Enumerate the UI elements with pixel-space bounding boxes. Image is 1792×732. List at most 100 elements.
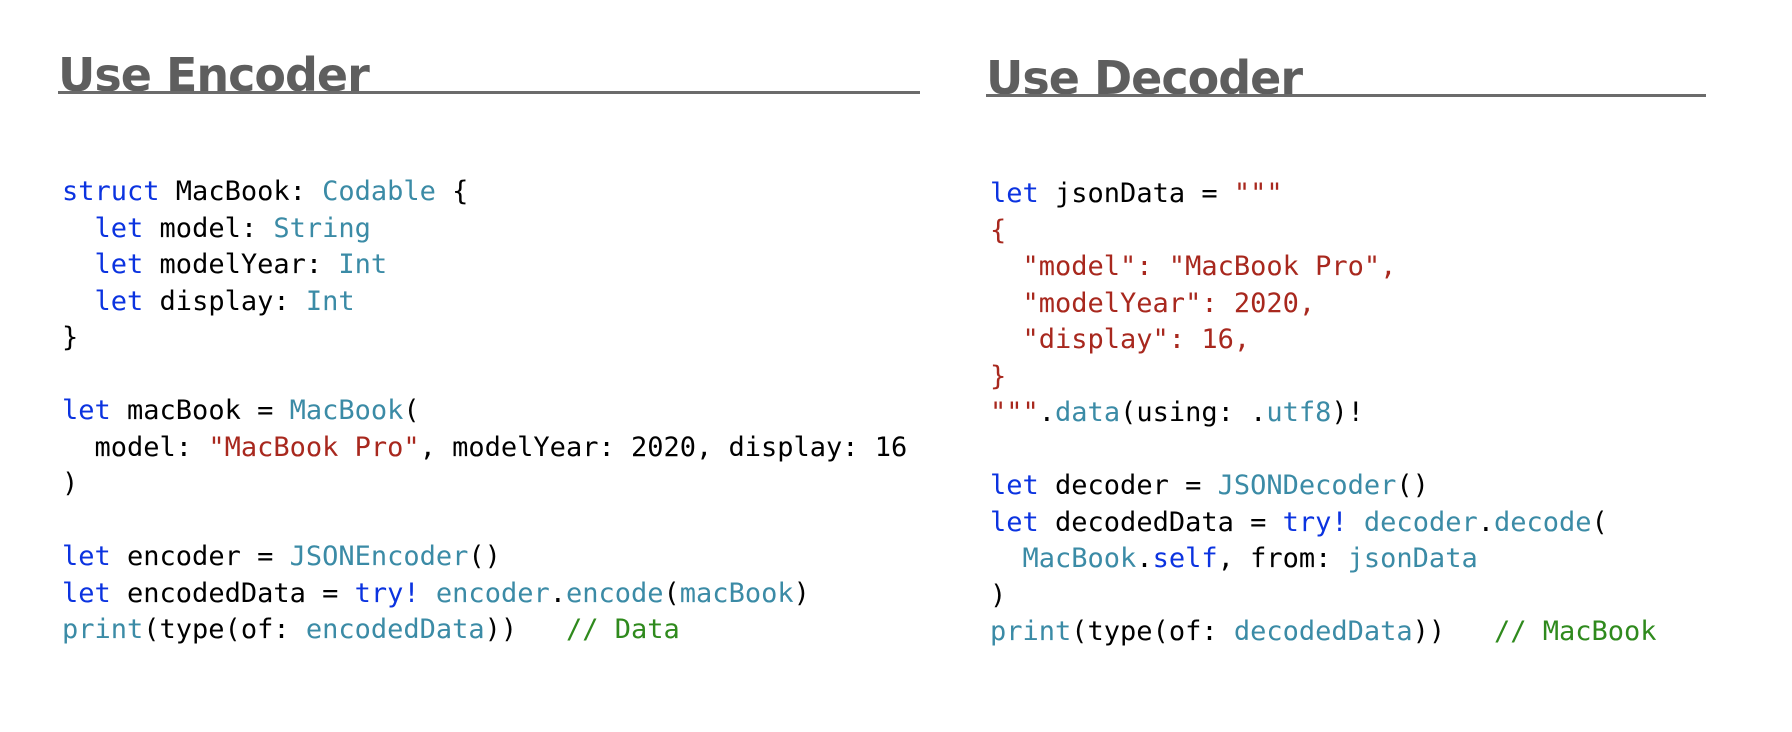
encoder-panel: Use Encoder struct MacBook: Codable { le… (58, 0, 920, 732)
code-token-plain: . (1477, 506, 1494, 538)
code-token-str: "model": "MacBook Pro", (990, 251, 1397, 282)
code-token-plain: } (62, 322, 79, 353)
code-token-type: JSONDecoder (1217, 470, 1397, 501)
code-token-plain: )) (484, 614, 566, 645)
code-token-type: encodedData (305, 614, 485, 645)
code-token-kw: let (62, 577, 111, 609)
code-line: ) (62, 466, 907, 503)
code-token-type: decodedData (1233, 616, 1413, 647)
code-token-cmt: // Data (565, 614, 680, 645)
code-token-plain: () (468, 541, 501, 572)
code-line: let encoder = JSONEncoder() (62, 539, 907, 576)
code-token-type: String (273, 212, 371, 244)
code-line: MacBook.self, from: jsonData (990, 541, 1657, 578)
code-token-plain: ) (793, 577, 810, 609)
code-token-kw: struct (62, 176, 160, 207)
code-token-str: """ (1233, 178, 1283, 209)
code-line: print(type(of: decodedData)) // MacBook (990, 614, 1657, 651)
code-line: """.data(using: .utf8)! (990, 395, 1657, 432)
code-line: "model": "MacBook Pro", (990, 249, 1657, 286)
code-line: "display": 16, (990, 322, 1657, 359)
code-token-plain: ( (1591, 506, 1608, 538)
code-token-plain: modelYear: (143, 249, 339, 280)
code-token-type: encode (565, 577, 664, 609)
code-token-type: utf8 (1266, 397, 1332, 428)
code-token-cmt: // MacBook (1493, 616, 1657, 647)
code-token-kw: let (990, 470, 1039, 501)
code-token-type: data (1055, 397, 1121, 428)
code-token-kw: let (990, 178, 1039, 209)
decoder-panel: Use Decoder let jsonData = """{ "model":… (986, 0, 1706, 732)
code-line: let display: Int (62, 284, 907, 321)
code-token-str: { (990, 214, 1007, 246)
code-token-kw: let (62, 541, 111, 572)
code-token-kw: let (94, 212, 144, 244)
code-token-kw: let (94, 285, 144, 317)
code-token-plain: { (435, 176, 469, 207)
code-token-type: Int (338, 249, 388, 280)
code-token-plain: ) (62, 468, 79, 499)
code-token-str: } (990, 360, 1007, 392)
code-token-type: MacBook (289, 395, 404, 426)
decoder-code-block: let jsonData = """ { "model": "MacBook Pr… (990, 176, 1657, 651)
code-line: let modelYear: Int (62, 247, 907, 284)
code-token-type: print (990, 616, 1072, 647)
code-token-str: "MacBook Pro" (208, 431, 420, 463)
code-token-plain: decoder = (1038, 470, 1218, 501)
code-token-type: MacBook (1022, 543, 1137, 574)
code-line: let model: String (62, 211, 907, 248)
encoder-code-block: struct MacBook: Codable { let model: Str… (62, 174, 907, 649)
code-token-plain: () (1396, 470, 1429, 501)
code-token-plain: , from: (1217, 543, 1348, 574)
code-token-kw: let (62, 395, 111, 426)
code-token-str: """ (990, 397, 1039, 428)
code-token-plain: )) (1412, 616, 1494, 647)
code-token-plain: macBook = (110, 395, 290, 426)
code-token-plain: encodedData = (110, 577, 355, 609)
code-token-kw: let (990, 506, 1039, 538)
code-line: model: "MacBook Pro", modelYear: 2020, d… (62, 430, 908, 467)
code-token-plain: ) (990, 579, 1007, 611)
code-token-type: Codable (322, 176, 436, 207)
encoder-title-underline (58, 91, 920, 94)
code-token-plain: (type(of: (1071, 616, 1234, 647)
code-token-plain: (type(of: (143, 614, 306, 645)
code-line: } (990, 359, 1657, 396)
code-line: let decoder = JSONDecoder() (990, 468, 1657, 505)
code-token-plain: MacBook: (159, 176, 323, 207)
code-token-kw: try! (354, 577, 420, 609)
code-line: "modelYear": 2020, (990, 286, 1657, 323)
code-token-type: jsonData (1347, 543, 1478, 574)
code-token-plain: display: (143, 285, 306, 317)
code-line: let decodedData = try! decoder.decode( (990, 505, 1657, 542)
code-token-plain: )! (1331, 397, 1364, 428)
code-token-str: "modelYear": 2020, (990, 287, 1316, 319)
code-line: print(type(of: encodedData)) // Data (62, 612, 907, 649)
code-token-plain: jsonData = (1038, 178, 1234, 209)
code-line: struct MacBook: Codable { (62, 174, 907, 211)
code-token-plain: model: (62, 431, 209, 463)
code-token-plain: , modelYear: 2020, display: 16 (419, 431, 908, 463)
code-token-str: "display": 16, (990, 324, 1251, 355)
code-token-plain: . (549, 577, 566, 609)
code-token-kw: let (94, 249, 144, 280)
code-token-type: JSONEncoder (289, 541, 469, 572)
code-token-plain: . (1038, 397, 1056, 428)
code-token-type: encoder (435, 577, 550, 609)
code-line: } (62, 320, 907, 357)
code-token-plain: . (1136, 543, 1153, 574)
code-token-type: print (62, 614, 144, 645)
code-line: let macBook = MacBook( (62, 393, 907, 430)
code-token-plain: encoder = (110, 541, 290, 572)
code-token-plain: decodedData = (1038, 506, 1283, 538)
code-token-plain: ( (663, 577, 680, 609)
code-token-type: Int (305, 285, 355, 317)
